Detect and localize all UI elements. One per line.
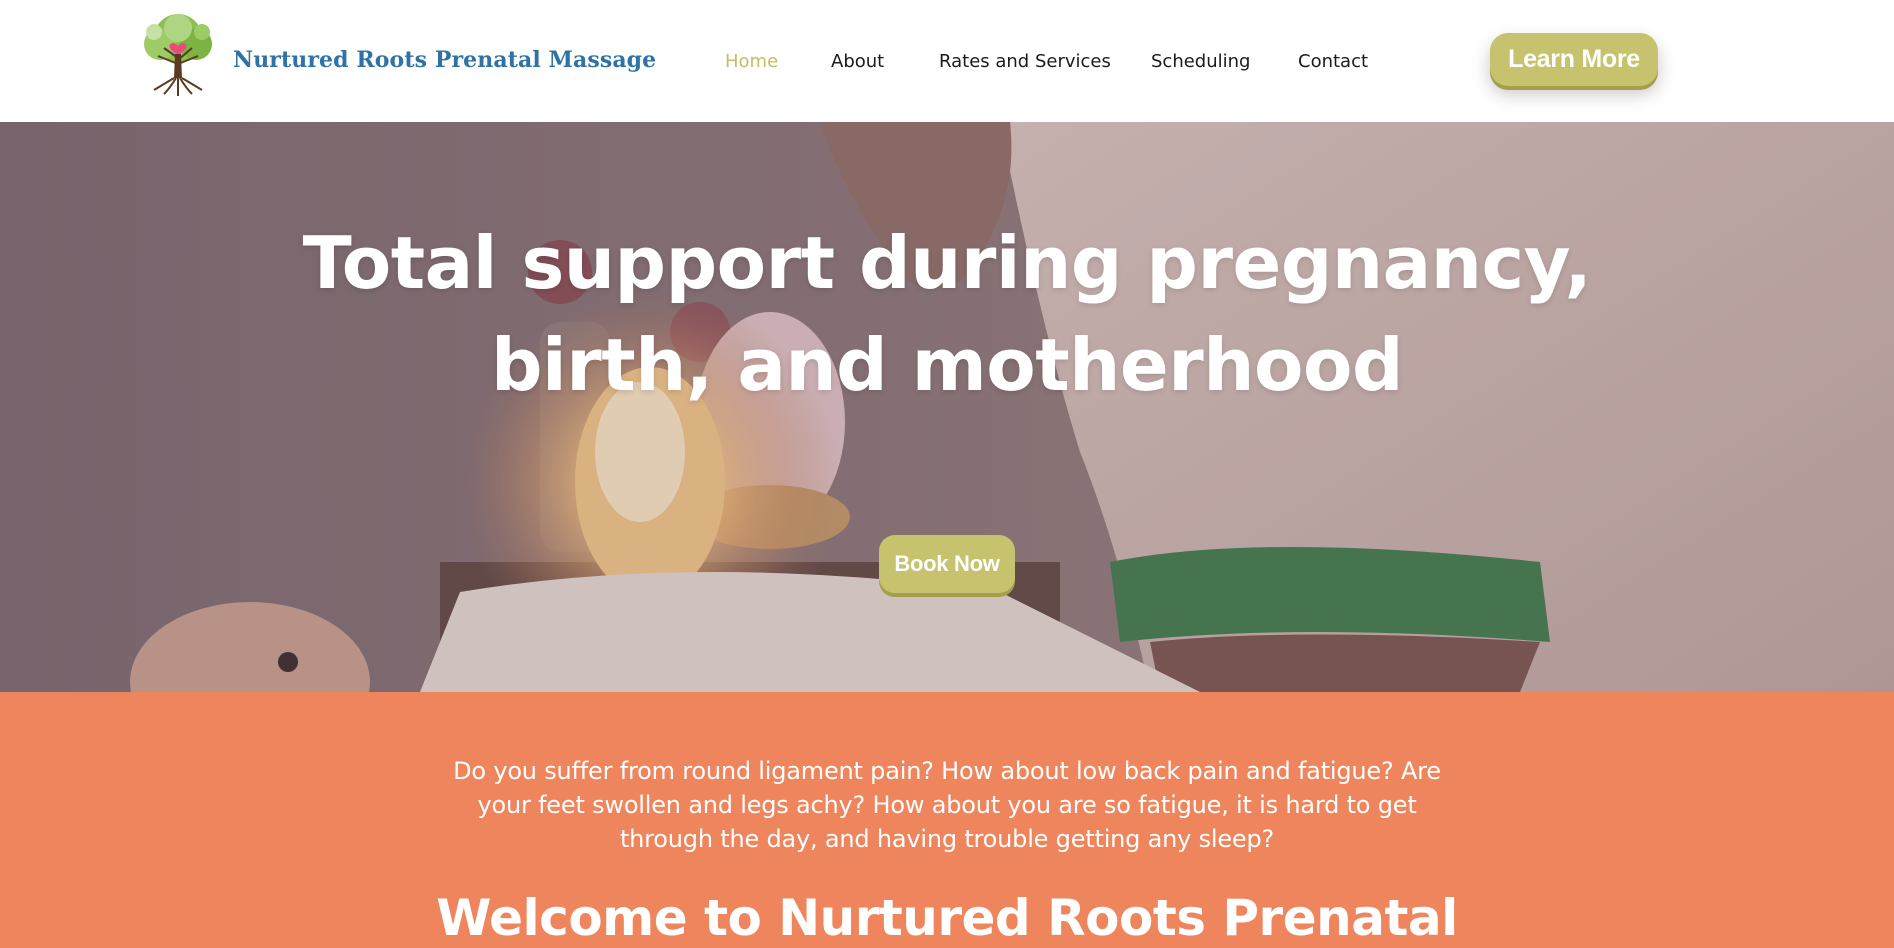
intro-text: Do you suffer from round ligament pain? … <box>453 757 1441 853</box>
nav-contact[interactable]: Contact <box>1298 51 1368 72</box>
learn-more-button[interactable]: Learn More <box>1490 33 1658 86</box>
hero-section: Total support during pregnancy, birth, a… <box>0 122 1894 692</box>
nav-scheduling[interactable]: Scheduling <box>1151 51 1250 72</box>
intro-section: Do you suffer from round ligament pain? … <box>0 692 1894 948</box>
site-header: Nurtured Roots Prenatal Massage Home Abo… <box>0 0 1894 122</box>
book-now-button[interactable]: Book Now <box>879 535 1015 593</box>
nav-rates-and-services[interactable]: Rates and Services <box>939 51 1111 72</box>
tree-logo-icon[interactable] <box>134 10 222 98</box>
nav-about[interactable]: About <box>831 51 884 72</box>
brand-name[interactable]: Nurtured Roots Prenatal Massage <box>233 47 656 73</box>
welcome-heading: Welcome to Nurtured Roots Prenatal <box>436 889 1458 947</box>
hero-title: Total support during pregnancy, birth, a… <box>302 221 1592 407</box>
nav-home[interactable]: Home <box>725 51 778 72</box>
